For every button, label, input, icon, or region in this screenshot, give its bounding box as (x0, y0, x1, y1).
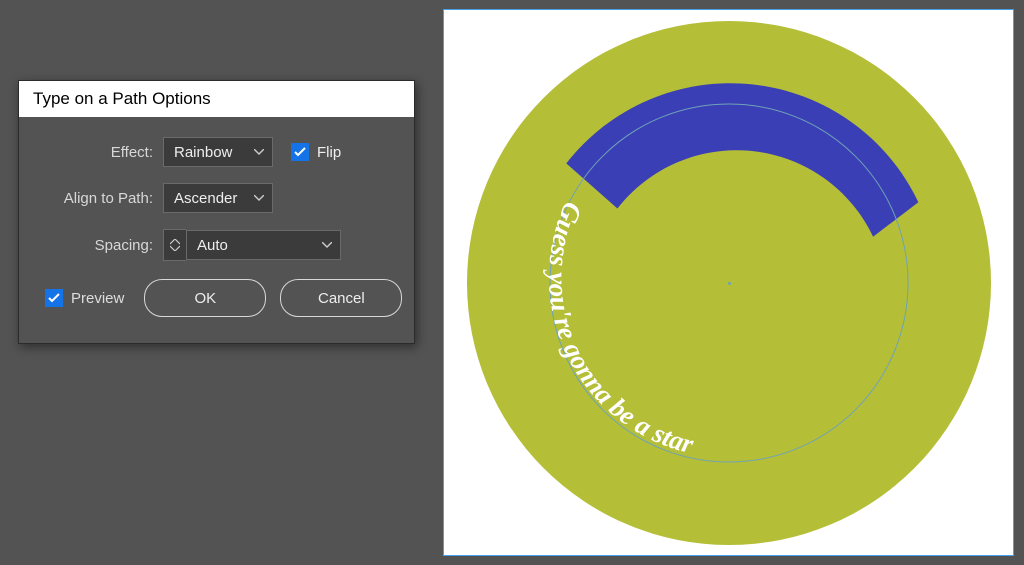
chevron-down-icon (254, 149, 264, 155)
dialog-title: Type on a Path Options (19, 81, 414, 117)
spacing-select[interactable]: Auto (186, 230, 341, 260)
chevron-down-icon (254, 195, 264, 201)
ok-label: OK (195, 290, 217, 307)
effect-select[interactable]: Rainbow (163, 137, 273, 167)
ok-button[interactable]: OK (144, 279, 266, 317)
spacing-value: Auto (197, 237, 228, 254)
align-label: Align to Path: (41, 190, 163, 207)
path-text-content[interactable]: Guess you're gonna be a star (542, 197, 696, 458)
preview-checkbox[interactable] (45, 289, 63, 307)
effect-value: Rainbow (174, 144, 232, 161)
flip-label: Flip (317, 144, 341, 161)
artboard[interactable]: Guess you're gonna be a star (443, 9, 1014, 556)
spacing-row: Spacing: Auto (41, 229, 392, 261)
path-text: Guess you're gonna be a star (542, 197, 696, 458)
flip-checkbox[interactable] (291, 143, 309, 161)
effect-label: Effect: (41, 144, 163, 161)
spacing-label: Spacing: (41, 237, 163, 254)
align-value: Ascender (174, 190, 237, 207)
align-select[interactable]: Ascender (163, 183, 273, 213)
preview-label: Preview (71, 290, 124, 307)
type-on-path-dialog: Type on a Path Options Effect: Rainbow F… (18, 80, 415, 344)
effect-row: Effect: Rainbow Flip (41, 137, 392, 167)
dialog-body: Effect: Rainbow Flip Align to Path: Asce… (19, 117, 414, 343)
chevron-down-icon (322, 242, 332, 248)
button-row: Preview OK Cancel (41, 279, 392, 317)
cancel-label: Cancel (318, 290, 365, 307)
preview-wrap: Preview (45, 289, 124, 307)
center-point-icon (728, 282, 731, 285)
cancel-button[interactable]: Cancel (280, 279, 402, 317)
flip-wrap: Flip (291, 143, 341, 161)
align-row: Align to Path: Ascender (41, 183, 392, 213)
spacing-stepper[interactable] (163, 229, 186, 261)
